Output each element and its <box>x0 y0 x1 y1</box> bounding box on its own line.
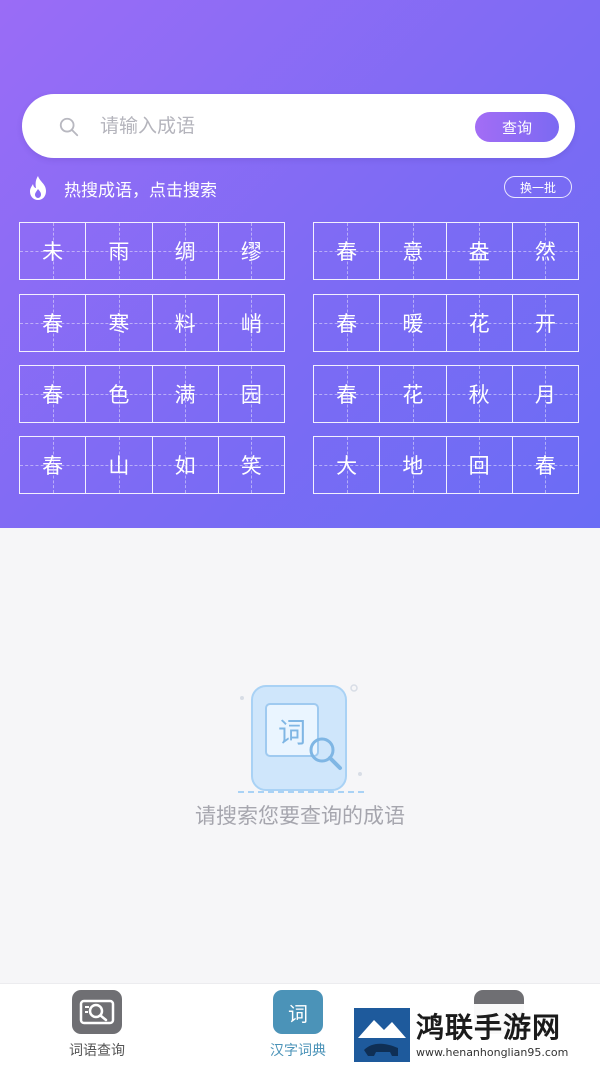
idiom-card[interactable]: 未雨绸缪 <box>19 222 285 280</box>
idiom-char: 绸 <box>174 240 196 264</box>
fire-icon <box>30 176 46 200</box>
idiom-char-cell: 春 <box>20 366 87 422</box>
dictionary-icon-glyph: 词 <box>288 1001 308 1026</box>
tab-label: 词语查询 <box>69 1043 125 1059</box>
idiom-char-cell: 春 <box>20 437 87 493</box>
site-watermark: 鸿联手游网 www.henanhonglian95.com <box>352 1004 598 1064</box>
idiom-char: 回 <box>468 454 490 478</box>
empty-state-message: 请搜索您要查询的成语 <box>195 804 405 828</box>
idiom-char-cell: 花 <box>380 366 447 422</box>
idiom-char-cell: 如 <box>152 437 219 493</box>
watermark-name: 鸿联手游网 <box>416 1011 562 1044</box>
idiom-card[interactable]: 春寒料峭 <box>19 294 285 352</box>
idiom-char-cell: 秋 <box>446 366 513 422</box>
idiom-char: 色 <box>108 383 130 407</box>
idiom-char-cell: 笑 <box>218 437 285 493</box>
idiom-char-cell: 春 <box>314 295 381 351</box>
idiom-char: 满 <box>174 383 196 407</box>
idiom-card[interactable]: 春色满园 <box>19 365 285 423</box>
tab-word-query[interactable]: 词语查询 <box>47 990 147 1062</box>
idiom-char: 春 <box>42 383 64 407</box>
idiom-char-cell: 暖 <box>380 295 447 351</box>
idiom-char-cell: 绸 <box>152 223 219 279</box>
idiom-char: 雨 <box>108 240 130 264</box>
idiom-char: 暖 <box>402 312 424 336</box>
idiom-char-cell: 峭 <box>218 295 285 351</box>
idiom-char: 花 <box>402 383 424 407</box>
idiom-char-cell: 春 <box>20 295 87 351</box>
search-button[interactable]: 查询 <box>475 112 559 142</box>
idiom-char-cell: 料 <box>152 295 219 351</box>
idiom-char: 开 <box>534 312 556 336</box>
idiom-char: 笑 <box>240 454 262 478</box>
idiom-char: 春 <box>336 383 358 407</box>
idiom-char-cell: 然 <box>512 223 579 279</box>
idiom-char: 月 <box>534 383 556 407</box>
bull-logo-icon <box>354 1008 410 1062</box>
search-bar[interactable]: 查询 <box>22 94 575 158</box>
hot-idiom-grid: 未雨绸缪春意盎然春寒料峭春暖花开春色满园春花秋月春山如笑大地回春 <box>19 222 579 494</box>
idiom-char: 缪 <box>240 240 262 264</box>
dictionary-search-illustration: 词 <box>238 684 364 793</box>
tab-label: 汉字词典 <box>270 1043 326 1059</box>
idiom-card[interactable]: 春暖花开 <box>313 294 579 352</box>
idiom-char: 盎 <box>468 240 490 264</box>
idiom-char-cell: 回 <box>446 437 513 493</box>
search-icon <box>59 117 79 137</box>
svg-text:词: 词 <box>278 716 306 749</box>
watermark-url: www.henanhonglian95.com <box>416 1046 569 1059</box>
idiom-char-cell: 雨 <box>86 223 153 279</box>
idiom-char-cell: 山 <box>86 437 153 493</box>
idiom-char: 大 <box>336 454 358 478</box>
idiom-char-cell: 盎 <box>446 223 513 279</box>
idiom-char-cell: 春 <box>512 437 579 493</box>
idiom-char: 秋 <box>468 383 490 407</box>
idiom-char: 春 <box>336 312 358 336</box>
idiom-char-cell: 春 <box>314 366 381 422</box>
idiom-char: 春 <box>42 312 64 336</box>
idiom-card[interactable]: 大地回春 <box>313 436 579 494</box>
idiom-char: 然 <box>534 240 556 264</box>
idiom-char: 山 <box>108 454 130 478</box>
idiom-char-cell: 开 <box>512 295 579 351</box>
empty-state: 词 请搜索您要查询的成语 <box>0 528 600 983</box>
idiom-char: 如 <box>174 454 196 478</box>
idiom-char-cell: 月 <box>512 366 579 422</box>
idiom-char-cell: 缪 <box>218 223 285 279</box>
tab-chinese-dictionary[interactable]: 词 汉字词典 <box>248 990 348 1062</box>
idiom-card[interactable]: 春山如笑 <box>19 436 285 494</box>
hot-search-header: 热搜成语，点击搜索 换一批 <box>24 172 572 202</box>
idiom-char-cell: 地 <box>380 437 447 493</box>
magnifier-card-icon <box>72 990 122 1034</box>
search-input[interactable] <box>100 110 480 142</box>
idiom-char: 未 <box>42 240 64 264</box>
hero-header: 查询 热搜成语，点击搜索 换一批 未雨绸缪春意盎然春寒料峭春暖花开春色满园春花秋… <box>0 0 600 528</box>
dictionary-icon: 词 <box>273 990 323 1034</box>
idiom-char: 春 <box>336 240 358 264</box>
idiom-char: 春 <box>534 454 556 478</box>
hot-search-title: 热搜成语，点击搜索 <box>64 181 217 201</box>
idiom-char-cell: 满 <box>152 366 219 422</box>
idiom-char-cell: 未 <box>20 223 87 279</box>
idiom-char: 意 <box>402 240 424 264</box>
idiom-char-cell: 春 <box>314 223 381 279</box>
refresh-button[interactable]: 换一批 <box>504 176 572 198</box>
idiom-char-cell: 花 <box>446 295 513 351</box>
idiom-char-cell: 意 <box>380 223 447 279</box>
idiom-char-cell: 寒 <box>86 295 153 351</box>
idiom-char-cell: 园 <box>218 366 285 422</box>
idiom-card[interactable]: 春意盎然 <box>313 222 579 280</box>
idiom-char: 花 <box>468 312 490 336</box>
idiom-char: 峭 <box>240 312 262 336</box>
idiom-char: 春 <box>42 454 64 478</box>
idiom-char: 料 <box>174 312 196 336</box>
idiom-char-cell: 大 <box>314 437 381 493</box>
idiom-char: 园 <box>240 383 262 407</box>
idiom-char-cell: 色 <box>86 366 153 422</box>
idiom-char: 地 <box>402 454 424 478</box>
idiom-card[interactable]: 春花秋月 <box>313 365 579 423</box>
idiom-char: 寒 <box>108 312 130 336</box>
